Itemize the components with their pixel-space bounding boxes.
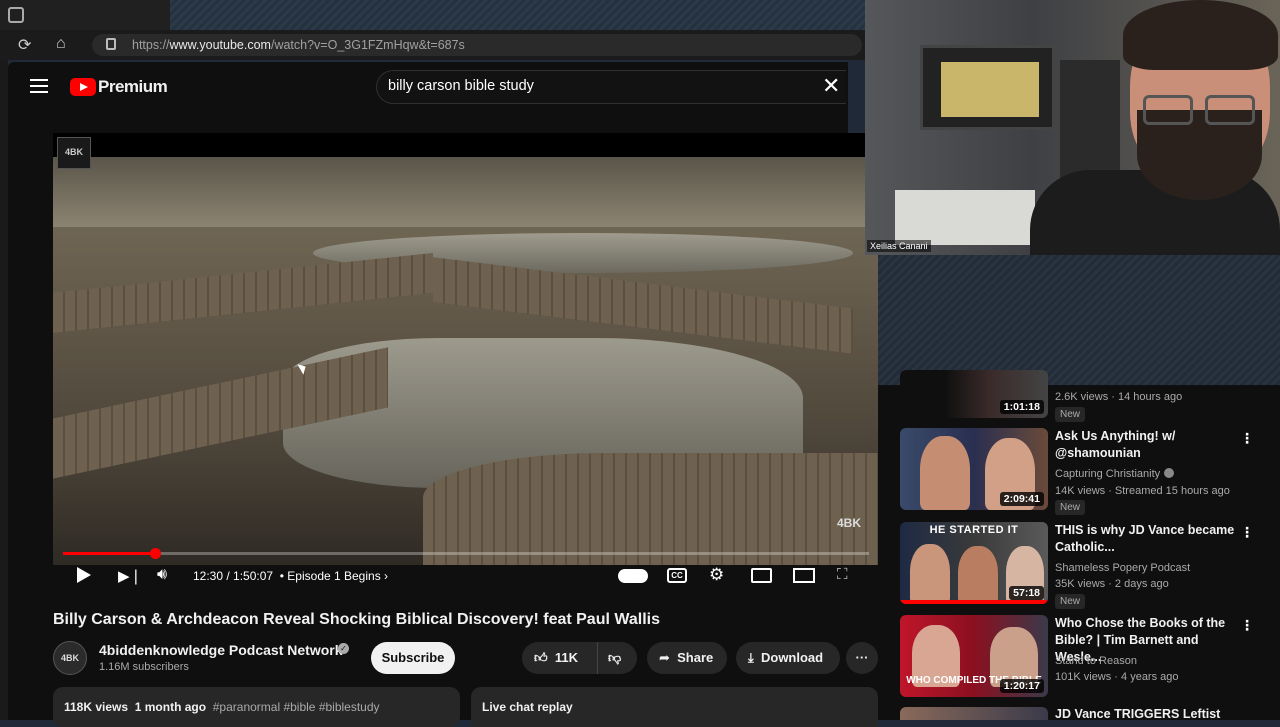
verified-icon (1164, 468, 1175, 478)
play-icon[interactable] (77, 567, 91, 583)
thumbnail-face (958, 546, 998, 604)
live-chat-label: Live chat replay (482, 700, 573, 714)
webcam-background-panel (941, 62, 1039, 117)
video-frame-ruins (423, 453, 878, 565)
youtube-logo-icon[interactable] (70, 78, 96, 96)
share-button[interactable]: ➦ Share (647, 642, 727, 674)
captions-icon[interactable]: CC (667, 568, 687, 583)
thumbnail-face (920, 436, 970, 510)
watched-progress (900, 600, 1048, 604)
desktop-edge (0, 60, 8, 720)
subscriber-count: 1.16M subscribers (99, 661, 189, 673)
url-text: https://www.youtube.com/watch?v=O_3G1FZm… (132, 38, 465, 52)
next-icon[interactable]: ▶❘ (118, 567, 142, 585)
video-player[interactable]: 4BK 4BK (53, 133, 878, 565)
more-actions-button[interactable]: ··· (846, 642, 878, 674)
description-meta: 118K views 1 month ago #paranormal #bibl… (64, 700, 380, 714)
hashtags[interactable]: #paranormal #bible #biblestudy (213, 700, 380, 714)
sidebar-thumbnail[interactable]: 1:01:18 (900, 370, 1048, 418)
progress-bar[interactable] (63, 552, 869, 555)
new-badge: New (1055, 407, 1086, 422)
reload-icon[interactable]: ⟳ (18, 35, 31, 55)
lock-icon (106, 38, 116, 50)
fullscreen-icon[interactable]: ⛶ (837, 566, 848, 583)
webcam-background-shelf (1060, 60, 1120, 180)
download-icon: ⤓ (748, 650, 754, 665)
sidebar-meta: 14K views · Streamed 15 hours ago (1055, 485, 1230, 497)
share-icon: ➦ (659, 650, 670, 665)
download-button[interactable]: ⤓ Download (736, 642, 840, 674)
new-badge: New (1055, 594, 1086, 609)
player-controls: ▶❘ 🔊︎ 12:30 / 1:50:07 • Episode 1 Begins… (53, 565, 878, 589)
sidebar-thumbnail[interactable]: HE STARTED IT 57:18 (900, 522, 1048, 604)
sidebar-channel[interactable]: Capturing Christianity (1055, 468, 1175, 480)
webcam-overlay: Xeilias Canani (865, 0, 1280, 255)
more-icon[interactable]: ⋮ (1240, 430, 1254, 447)
logo-text[interactable]: Premium (98, 77, 168, 97)
sidebar-meta: 2.6K views · 14 hours ago (1055, 391, 1183, 403)
desktop-background (848, 255, 1280, 385)
channel-watermark[interactable]: 4BK (57, 137, 91, 169)
settings-icon[interactable]: ⚙ (709, 565, 724, 585)
chapter-label[interactable]: Episode 1 Begins (287, 569, 380, 583)
thumbnail-face (910, 544, 950, 604)
thumbs-up-icon: 👍︎ (534, 650, 548, 665)
sidebar-channel[interactable]: Stand to Reason (1055, 655, 1137, 667)
channel-avatar[interactable]: 4BK (53, 641, 87, 675)
more-icon[interactable]: ⋮ (1240, 524, 1254, 541)
video-duration: 1:01:18 (999, 400, 1044, 414)
workspace-icon[interactable] (8, 7, 24, 23)
sidebar-thumbnail[interactable]: 2:09:41 (900, 428, 1048, 510)
sidebar-title[interactable]: JD Vance TRIGGERS Leftist (1055, 706, 1235, 723)
sidebar-thumbnail[interactable] (900, 707, 1048, 720)
video-duration: 1:20:17 (999, 679, 1044, 693)
volume-icon[interactable]: 🔊︎ (157, 566, 167, 584)
webcam-name-label: Xeilias Canani (867, 240, 931, 252)
dislike-button[interactable]: 👎︎ (597, 642, 637, 674)
webcam-person-hair (1123, 0, 1278, 70)
webcam-background-desk (895, 190, 1035, 245)
more-icon: ··· (855, 650, 869, 665)
glasses-left (1143, 95, 1193, 125)
video-frame-sky (53, 157, 878, 227)
autoplay-toggle[interactable] (618, 569, 648, 583)
thumbnail-caption: HE STARTED IT (929, 524, 1019, 536)
sidebar-thumbnail[interactable]: WHO COMPILED THE BIBLE 1:20:17 (900, 615, 1048, 697)
sidebar-channel[interactable]: Shameless Popery Podcast (1055, 562, 1190, 574)
video-duration: 2:09:41 (999, 492, 1044, 506)
search-query[interactable]: billy carson bible study (388, 78, 534, 94)
sidebar-title[interactable]: THIS is why JD Vance became Catholic... (1055, 522, 1235, 556)
sidebar-meta: 35K views · 2 days ago (1055, 578, 1169, 590)
video-title: Billy Carson & Archdeacon Reveal Shockin… (53, 611, 661, 628)
channel-watermark-bottom: 4BK (837, 516, 862, 530)
menu-icon[interactable] (30, 79, 48, 93)
sidebar-title[interactable]: Ask Us Anything! w/ @shamounian (1055, 428, 1235, 462)
progress-bar-fill (63, 552, 155, 555)
verified-icon: ✓ (338, 643, 349, 654)
glasses-right (1205, 95, 1255, 125)
channel-name[interactable]: 4biddenknowledge Podcast Network (99, 642, 343, 658)
clear-search-icon[interactable]: ✕ (822, 73, 840, 99)
progress-scrubber[interactable] (149, 548, 161, 559)
more-icon[interactable]: ⋮ (1240, 617, 1254, 634)
miniplayer-icon[interactable] (751, 568, 772, 583)
theater-mode-icon[interactable] (793, 568, 815, 583)
sidebar-meta: 101K views · 4 years ago (1055, 671, 1179, 683)
home-icon[interactable]: ⌂ (56, 35, 66, 53)
thumbs-down-icon: 👎︎ (608, 650, 622, 665)
time-display: 12:30 / 1:50:07 • Episode 1 Begins › (193, 569, 389, 583)
desktop-background (170, 0, 870, 30)
new-badge: New (1055, 500, 1086, 515)
webcam-background-cabinet (920, 45, 1055, 130)
subscribe-button[interactable]: Subscribe (371, 642, 455, 674)
video-duration: 57:18 (1009, 586, 1044, 600)
like-button[interactable]: 👍︎ 11K (522, 642, 597, 674)
